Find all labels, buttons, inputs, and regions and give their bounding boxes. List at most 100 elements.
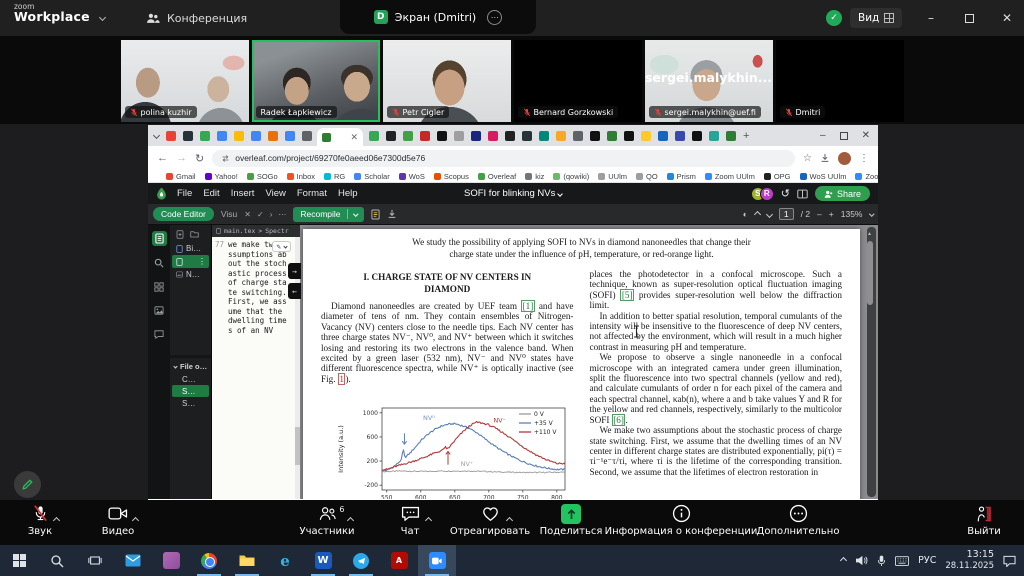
react-options-chevron-icon[interactable] [505, 517, 512, 524]
review-close-icon[interactable]: ✕ [244, 210, 251, 219]
security-shield-icon[interactable]: ✓ [826, 10, 842, 26]
view-button[interactable]: Вид [850, 8, 902, 28]
bookmark-star-icon[interactable]: ☆ [803, 153, 812, 164]
collaborator-avatar[interactable]: R [760, 187, 774, 201]
bookmark-item[interactable]: Zoom UUlm [705, 172, 755, 181]
tab-close-icon[interactable]: ✕ [350, 132, 358, 143]
tray-expand-icon[interactable] [840, 557, 847, 564]
zoom-out-icon[interactable]: – [817, 209, 822, 219]
overleaf-menu-item[interactable]: Insert [231, 188, 255, 199]
tray-mic-icon[interactable] [877, 555, 886, 567]
bookmark-item[interactable]: Yahoo! [205, 172, 238, 181]
overleaf-logo-icon[interactable] [156, 187, 167, 200]
minimize-button[interactable]: – [914, 0, 948, 36]
zoom-level-chevron-icon[interactable] [869, 212, 874, 217]
share-button[interactable]: Share [815, 186, 870, 201]
pinned-tab[interactable] [539, 131, 549, 141]
review-more-icon[interactable]: ⋯ [278, 210, 286, 219]
outline-item[interactable]: C… [170, 373, 211, 385]
search-rail-icon[interactable] [152, 255, 167, 270]
pinned-tab[interactable] [505, 131, 515, 141]
page-up-icon[interactable] [754, 210, 761, 217]
citation[interactable]: [6] [612, 414, 626, 426]
contrast-icon[interactable]: ◐ [743, 209, 748, 219]
overleaf-menu-item[interactable]: Format [297, 188, 327, 199]
word-app[interactable]: W [304, 545, 342, 576]
new-tab-icon[interactable]: + [743, 130, 749, 142]
chrome-app[interactable] [190, 545, 228, 576]
browser-close-icon[interactable]: ✕ [862, 130, 870, 141]
edit-widget[interactable]: ✎ [272, 241, 291, 252]
overleaf-menu-item[interactable]: Edit [203, 188, 219, 199]
pinned-tab[interactable] [183, 131, 193, 141]
editor-breadcrumb[interactable]: main.tex > Spectr [212, 225, 300, 237]
participants-button[interactable]: 6 Участники [294, 503, 360, 537]
site-info-icon[interactable] [221, 154, 230, 163]
chat-options-chevron-icon[interactable] [424, 517, 431, 524]
compile-log-icon[interactable] [371, 209, 380, 220]
bookmark-item[interactable]: (qowiki) [553, 172, 589, 181]
browser-minimize-icon[interactable]: – [820, 130, 826, 141]
expand-pdf-icon[interactable]: → [288, 263, 301, 279]
browser-menu-icon[interactable]: ⋮ [859, 153, 869, 164]
brand-chevron-icon[interactable] [99, 14, 106, 21]
notifications-icon[interactable] [1003, 555, 1016, 567]
download-icon[interactable] [820, 153, 830, 163]
panel-resize-handle[interactable] [170, 355, 211, 358]
start-button[interactable] [0, 545, 38, 576]
pinned-tab[interactable] [658, 131, 668, 141]
page-number-field[interactable]: 1 [779, 208, 794, 220]
symbols-rail-icon[interactable] [152, 279, 167, 294]
purple-app[interactable] [152, 545, 190, 576]
bookmark-item[interactable]: WoS [399, 172, 425, 181]
pinned-tab[interactable] [454, 131, 464, 141]
overleaf-menu-item[interactable]: View [265, 188, 285, 199]
citation[interactable]: [5] [620, 289, 634, 301]
collapse-pdf-icon[interactable]: ← [288, 283, 301, 299]
overleaf-menu-item[interactable]: File [177, 188, 192, 199]
file-tree-item-selected[interactable]: ⋮ [172, 255, 209, 268]
page-down-icon[interactable] [766, 210, 773, 217]
tab-search-chevron-icon[interactable] [153, 132, 160, 139]
zoom-in-icon[interactable]: + [829, 209, 834, 219]
file-menu-icon[interactable]: ⋮ [198, 257, 206, 266]
pinned-tab[interactable] [369, 131, 379, 141]
file-outline-header[interactable]: File o… [170, 360, 211, 373]
close-button[interactable]: ✕ [990, 0, 1024, 36]
maximize-button[interactable] [952, 0, 986, 36]
url-field[interactable]: overleaf.com/project/69270fe0aeed06e7300… [212, 150, 795, 167]
taskbar-search[interactable] [38, 545, 76, 576]
file-tree-rail-icon[interactable] [152, 231, 167, 246]
code-editor-pane[interactable]: main.tex > Spectr 77 we make two assumpt… [211, 225, 300, 499]
participant-tile[interactable]: Bernard Gorzkowski [514, 40, 642, 122]
figures-rail-icon[interactable] [152, 303, 167, 318]
pinned-tab[interactable] [217, 131, 227, 141]
pinned-tab[interactable] [624, 131, 634, 141]
new-folder-icon[interactable] [190, 230, 199, 238]
react-button[interactable]: Отреагировать [446, 503, 534, 537]
pinned-tab[interactable] [251, 131, 261, 141]
pinned-tab[interactable] [268, 131, 278, 141]
telegram-app[interactable] [342, 545, 380, 576]
outline-item-selected[interactable]: S… [172, 385, 209, 397]
participant-tile[interactable]: Petr Cigler [383, 40, 511, 122]
volume-icon[interactable] [855, 555, 868, 566]
task-view-button[interactable] [76, 545, 114, 576]
visual-editor-toggle[interactable]: Visu [221, 209, 237, 219]
pinned-tab[interactable] [437, 131, 447, 141]
audio-button[interactable]: Звук [14, 503, 66, 537]
profile-avatar[interactable] [838, 152, 851, 165]
figure-reference[interactable]: 1 [338, 373, 346, 385]
leave-button[interactable]: Выйти [958, 503, 1010, 537]
keyboard-icon[interactable] [895, 556, 909, 566]
share-screen-button[interactable]: Поделиться [536, 503, 606, 537]
bookmark-item[interactable]: Overleaf [478, 172, 516, 181]
bookmark-item[interactable]: Prism [667, 172, 696, 181]
bookmark-item[interactable]: OPG [764, 172, 791, 181]
pinned-tab[interactable] [488, 131, 498, 141]
overleaf-menu-item[interactable]: Help [338, 188, 358, 199]
download-pdf-icon[interactable] [387, 209, 397, 219]
pinned-tab[interactable] [556, 131, 566, 141]
bookmark-item[interactable]: Scholar [354, 172, 389, 181]
edge-app[interactable]: e [266, 545, 304, 576]
